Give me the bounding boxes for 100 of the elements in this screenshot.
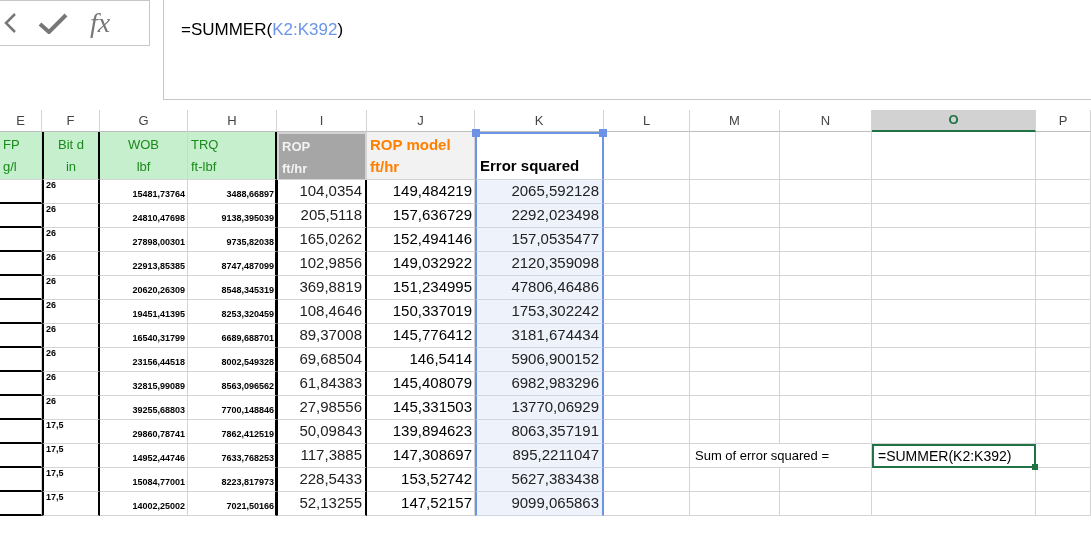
table-cell: 26 bbox=[42, 324, 100, 348]
empty-cell bbox=[0, 300, 42, 324]
table-cell: 29860,78741 bbox=[100, 420, 188, 444]
header-cell: Bit d in bbox=[42, 132, 100, 180]
table-cell: 9138,395039 bbox=[188, 204, 277, 228]
empty-cell bbox=[1036, 132, 1091, 180]
empty-cell bbox=[0, 492, 42, 516]
table-cell: 26 bbox=[42, 180, 100, 204]
header-cell: TRQ ft-lbf bbox=[188, 132, 277, 180]
empty-cell bbox=[0, 348, 42, 372]
empty-cell bbox=[1036, 180, 1091, 204]
table-cell: 8063,357191 bbox=[475, 420, 604, 444]
empty-cell bbox=[1036, 396, 1091, 420]
empty-cell bbox=[1036, 492, 1091, 516]
table-cell: 15084,77001 bbox=[100, 468, 188, 492]
table-cell: 17,5 bbox=[42, 444, 100, 468]
fill-handle[interactable] bbox=[1032, 464, 1038, 470]
header-cell: FP g/l bbox=[0, 132, 42, 180]
table-cell: 26 bbox=[42, 228, 100, 252]
table-cell: 5627,383438 bbox=[475, 468, 604, 492]
empty-cell bbox=[1036, 420, 1091, 444]
empty-cell bbox=[0, 324, 42, 348]
header-cell: ROP model ft/hr bbox=[367, 132, 475, 180]
table-cell: 26 bbox=[42, 252, 100, 276]
formula-input-field[interactable]: =SUMMER(K2:K392) bbox=[163, 0, 1091, 100]
table-cell: 9099,065863 bbox=[475, 492, 604, 516]
table-cell: 22913,85385 bbox=[100, 252, 188, 276]
empty-cell bbox=[1036, 468, 1091, 492]
table-cell: 895,2211047 bbox=[475, 444, 604, 468]
empty-cell bbox=[1036, 276, 1091, 300]
empty-cell bbox=[0, 228, 42, 252]
table-cell: 8747,487099 bbox=[188, 252, 277, 276]
table-cell: 15481,73764 bbox=[100, 180, 188, 204]
header-cell: WOB lbf bbox=[100, 132, 188, 180]
table-cell: 47806,46486 bbox=[475, 276, 604, 300]
empty-cell bbox=[1036, 348, 1091, 372]
table-cell: 27,98556 bbox=[277, 396, 367, 420]
selection-handle[interactable] bbox=[472, 129, 480, 137]
table-cell: 102,9856 bbox=[277, 252, 367, 276]
table-cell: 19451,41395 bbox=[100, 300, 188, 324]
table-cell: 52,13255 bbox=[277, 492, 367, 516]
table-cell: 8548,345319 bbox=[188, 276, 277, 300]
table-cell: 8002,549328 bbox=[188, 348, 277, 372]
table-cell: 39255,68803 bbox=[100, 396, 188, 420]
cancel-icon[interactable] bbox=[4, 12, 16, 34]
empty-cell bbox=[0, 468, 42, 492]
empty-cell bbox=[0, 420, 42, 444]
table-cell: 157,0535477 bbox=[475, 228, 604, 252]
selection-handle[interactable] bbox=[599, 129, 607, 137]
table-cell: 24810,47698 bbox=[100, 204, 188, 228]
table-cell: 205,5118 bbox=[277, 204, 367, 228]
table-cell: 7862,412519 bbox=[188, 420, 277, 444]
sum-label: Sum of error squared = bbox=[690, 444, 872, 468]
table-cell: 2292,023498 bbox=[475, 204, 604, 228]
table-cell: 23156,44518 bbox=[100, 348, 188, 372]
table-cell: 61,84383 bbox=[277, 372, 367, 396]
empty-cell bbox=[1036, 324, 1091, 348]
table-cell: 6689,688701 bbox=[188, 324, 277, 348]
table-cell: 13770,06929 bbox=[475, 396, 604, 420]
table-cell: 27898,00301 bbox=[100, 228, 188, 252]
column-header[interactable]: M bbox=[690, 110, 780, 132]
table-cell: 1753,302242 bbox=[475, 300, 604, 324]
table-cell: 26 bbox=[42, 348, 100, 372]
table-cell: 2120,359098 bbox=[475, 252, 604, 276]
table-cell: 8253,320459 bbox=[188, 300, 277, 324]
table-cell: 2065,592128 bbox=[475, 180, 604, 204]
table-cell: 165,0262 bbox=[277, 228, 367, 252]
column-header[interactable]: O bbox=[872, 110, 1036, 132]
table-cell: 32815,99089 bbox=[100, 372, 188, 396]
empty-cell bbox=[1036, 228, 1091, 252]
table-cell: 89,37008 bbox=[277, 324, 367, 348]
column-header[interactable]: P bbox=[1036, 110, 1091, 132]
table-cell: 8563,096562 bbox=[188, 372, 277, 396]
table-cell: 228,5433 bbox=[277, 468, 367, 492]
table-cell: 3488,66897 bbox=[188, 180, 277, 204]
empty-cell bbox=[1036, 204, 1091, 228]
insert-function-button[interactable]: fx bbox=[90, 9, 111, 37]
table-cell: 117,3885 bbox=[277, 444, 367, 468]
table-cell: 9735,82038 bbox=[188, 228, 277, 252]
checkmark-icon[interactable] bbox=[38, 12, 68, 34]
table-cell: 16540,31799 bbox=[100, 324, 188, 348]
empty-cell bbox=[1036, 444, 1091, 468]
table-cell: 17,5 bbox=[42, 492, 100, 516]
table-cell: 26 bbox=[42, 372, 100, 396]
empty-cell bbox=[0, 276, 42, 300]
table-cell: 20620,26309 bbox=[100, 276, 188, 300]
table-cell: 26 bbox=[42, 396, 100, 420]
table-cell: 14952,44746 bbox=[100, 444, 188, 468]
empty-cell bbox=[0, 396, 42, 420]
empty-cell bbox=[0, 252, 42, 276]
table-cell: 26 bbox=[42, 300, 100, 324]
table-cell: 3181,674434 bbox=[475, 324, 604, 348]
header-cell: ROP ft/hr bbox=[277, 132, 367, 180]
formula-cell[interactable]: =SUMMER(K2:K392) bbox=[872, 444, 1036, 468]
empty-cell bbox=[0, 180, 42, 204]
table-cell: 17,5 bbox=[42, 420, 100, 444]
table-cell: 7700,148846 bbox=[188, 396, 277, 420]
table-cell: 5906,900152 bbox=[475, 348, 604, 372]
table-cell: 50,09843 bbox=[277, 420, 367, 444]
table-cell: 7021,50166 bbox=[188, 492, 277, 516]
